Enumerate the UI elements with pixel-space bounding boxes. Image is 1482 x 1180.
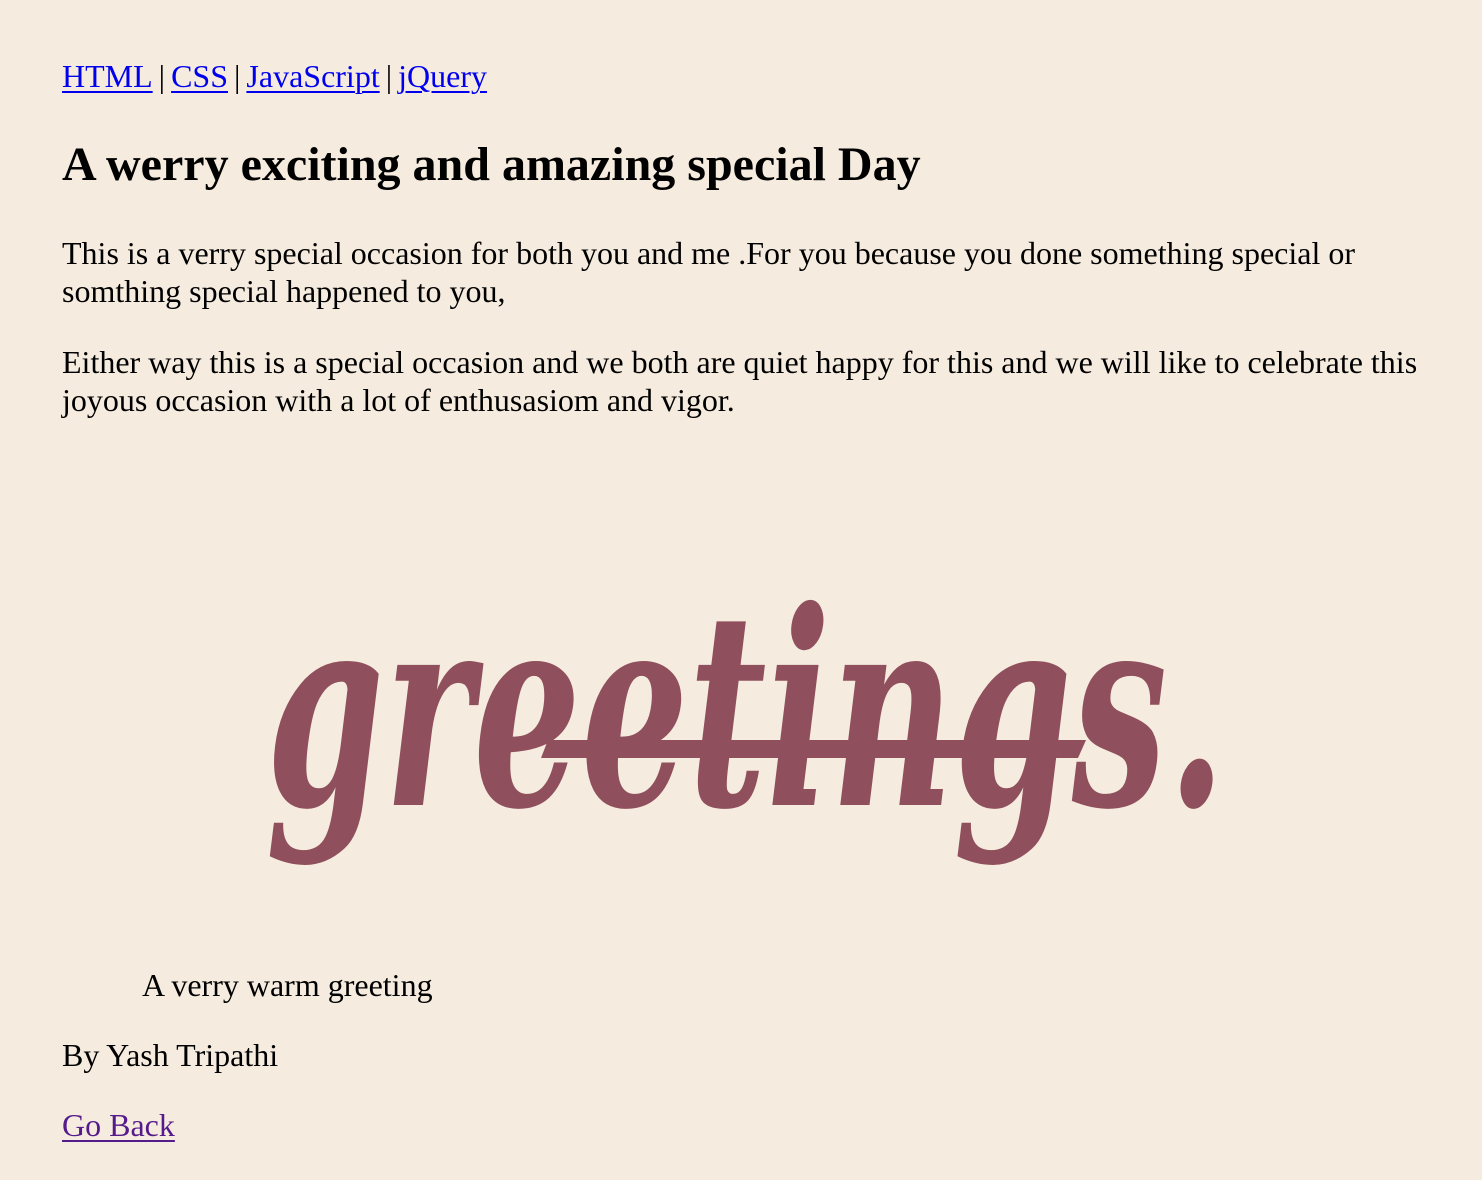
image-caption: A verry warm greeting bbox=[142, 967, 433, 1003]
nav-link-css[interactable]: CSS bbox=[171, 58, 228, 94]
page-heading: A werry exciting and amazing special Day bbox=[62, 138, 921, 191]
greetings-image: greetings. bbox=[266, 551, 1226, 869]
author-credit: By Yash Tripathi bbox=[62, 1037, 279, 1073]
nav-link-jquery[interactable]: jQuery bbox=[398, 58, 487, 94]
nav-separator: | bbox=[385, 58, 393, 94]
celebration-paragraph: Either way this is a special occasion an… bbox=[62, 344, 1418, 418]
go-back-link[interactable]: Go Back bbox=[62, 1106, 175, 1144]
nav-separator: | bbox=[158, 58, 166, 94]
greetings-underline bbox=[541, 740, 1086, 758]
nav-link-javascript[interactable]: JavaScript bbox=[246, 58, 379, 94]
top-nav: HTML | CSS | JavaScript | jQuery bbox=[62, 57, 487, 95]
nav-link-html[interactable]: HTML bbox=[62, 58, 153, 94]
nav-separator: | bbox=[234, 58, 241, 94]
greetings-lettering: greetings. bbox=[266, 551, 1226, 869]
intro-paragraph: This is a verry special occasion for bot… bbox=[62, 235, 1355, 309]
